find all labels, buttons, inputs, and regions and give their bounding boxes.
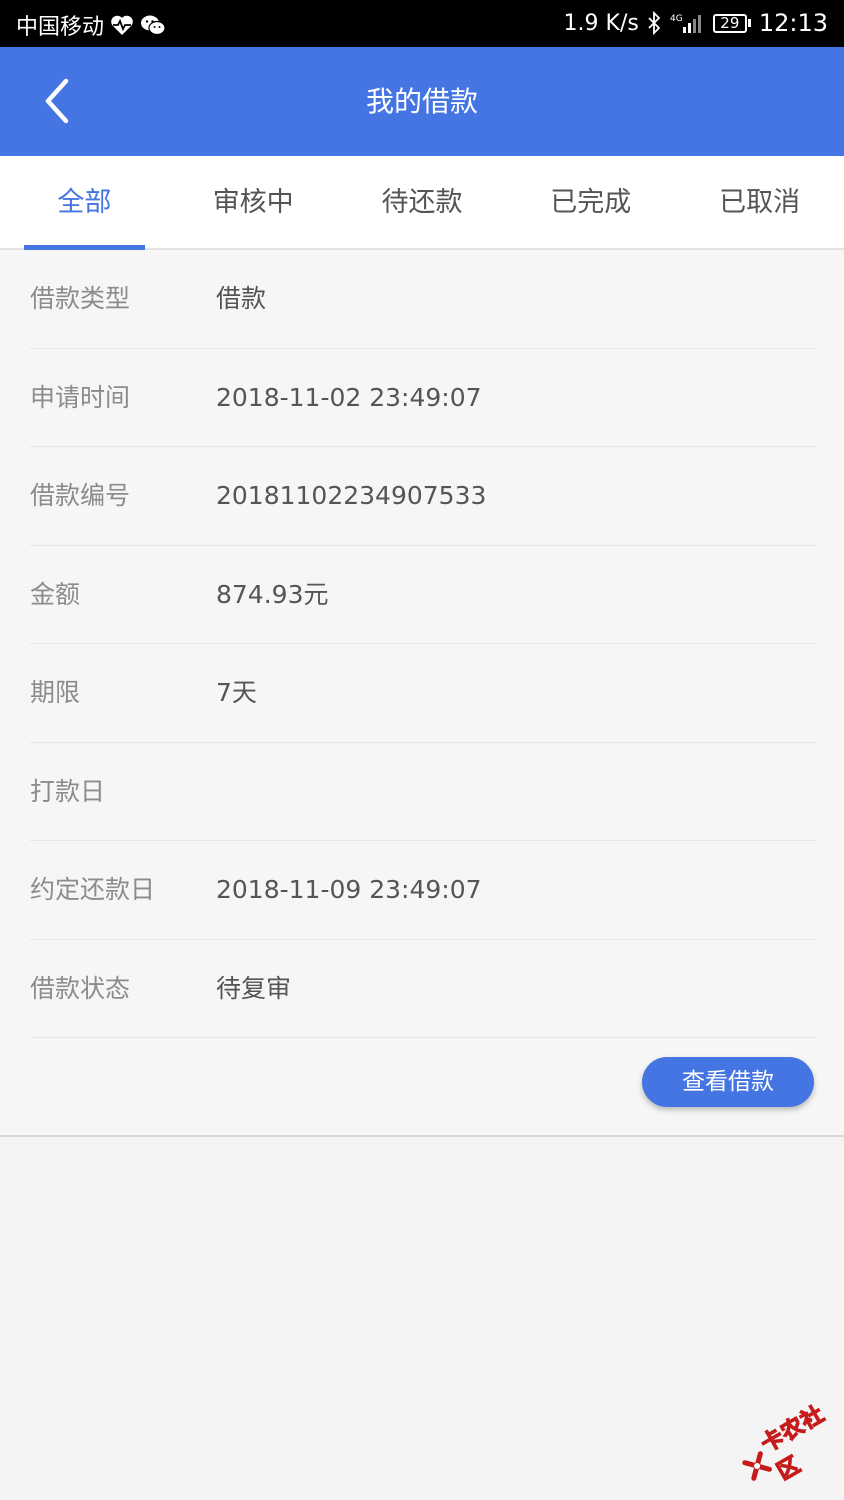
- status-tabs: 全部 审核中 待还款 已完成 已取消: [0, 156, 844, 250]
- loan-status-label: 借款状态: [30, 973, 131, 1003]
- status-bar: 中国移动 1.9 K/s 4G 29 12:13: [0, 0, 844, 47]
- amount-value: 874.93元: [216, 579, 329, 609]
- tab-cancelled[interactable]: 已取消: [675, 156, 844, 248]
- svg-text:4G: 4G: [670, 14, 683, 24]
- back-button[interactable]: [30, 74, 84, 128]
- title-bar: 我的借款: [0, 47, 844, 156]
- row-amount: 金额 874.93元: [30, 546, 816, 644]
- network-speed: 1.9 K/s: [563, 10, 639, 36]
- battery-level: 29: [712, 13, 747, 33]
- row-apply-time: 申请时间 2018-11-02 23:49:07: [30, 349, 816, 447]
- loan-type-label: 借款类型: [30, 284, 131, 313]
- loan-status-value: 待复审: [216, 973, 292, 1003]
- tab-completed[interactable]: 已完成: [506, 156, 675, 248]
- status-left: 中国移动: [16, 9, 166, 41]
- view-loan-button[interactable]: 查看借款: [642, 1057, 814, 1107]
- tab-all[interactable]: 全部: [0, 156, 169, 250]
- chevron-left-icon: [45, 78, 69, 124]
- row-term: 期限 7天: [30, 644, 816, 743]
- row-loan-status: 借款状态 待复审: [30, 940, 816, 1038]
- signal-4g-icon: 4G: [669, 11, 705, 35]
- loan-number-value: 20181102234907533: [216, 481, 487, 510]
- row-loan-number: 借款编号 20181102234907533: [30, 447, 816, 546]
- due-date-value: 2018-11-09 23:49:07: [216, 875, 482, 904]
- clock: 12:13: [758, 9, 828, 37]
- apply-time-label: 申请时间: [30, 382, 131, 412]
- term-label: 期限: [30, 678, 81, 707]
- due-date-label: 约定还款日: [30, 875, 156, 904]
- row-loan-type: 借款类型 借款: [30, 250, 816, 349]
- amount-label: 金额: [30, 579, 81, 609]
- status-right: 1.9 K/s 4G 29 12:13: [564, 9, 828, 37]
- loan-detail-card: 借款类型 借款 申请时间 2018-11-02 23:49:07 借款编号 20…: [0, 250, 844, 1137]
- tab-reviewing[interactable]: 审核中: [169, 156, 338, 248]
- page-title: 我的借款: [365, 85, 478, 118]
- loan-number-label: 借款编号: [30, 481, 131, 510]
- term-value: 7天: [216, 678, 257, 707]
- wechat-icon: [140, 14, 166, 36]
- loan-type-value: 借款: [216, 284, 267, 313]
- bluetooth-icon: [647, 11, 661, 35]
- apply-time-value: 2018-11-02 23:49:07: [216, 382, 482, 412]
- carrier-label: 中国移动: [16, 15, 105, 40]
- health-heart-icon: [110, 14, 134, 36]
- payout-date-label: 打款日: [30, 776, 106, 806]
- battery-icon: 29: [712, 13, 751, 33]
- row-payout-date: 打款日: [30, 743, 816, 841]
- watermark-logo: 卡农社区: [727, 1388, 844, 1500]
- row-due-date: 约定还款日 2018-11-09 23:49:07: [30, 841, 816, 940]
- tab-pending-repayment[interactable]: 待还款: [338, 156, 507, 248]
